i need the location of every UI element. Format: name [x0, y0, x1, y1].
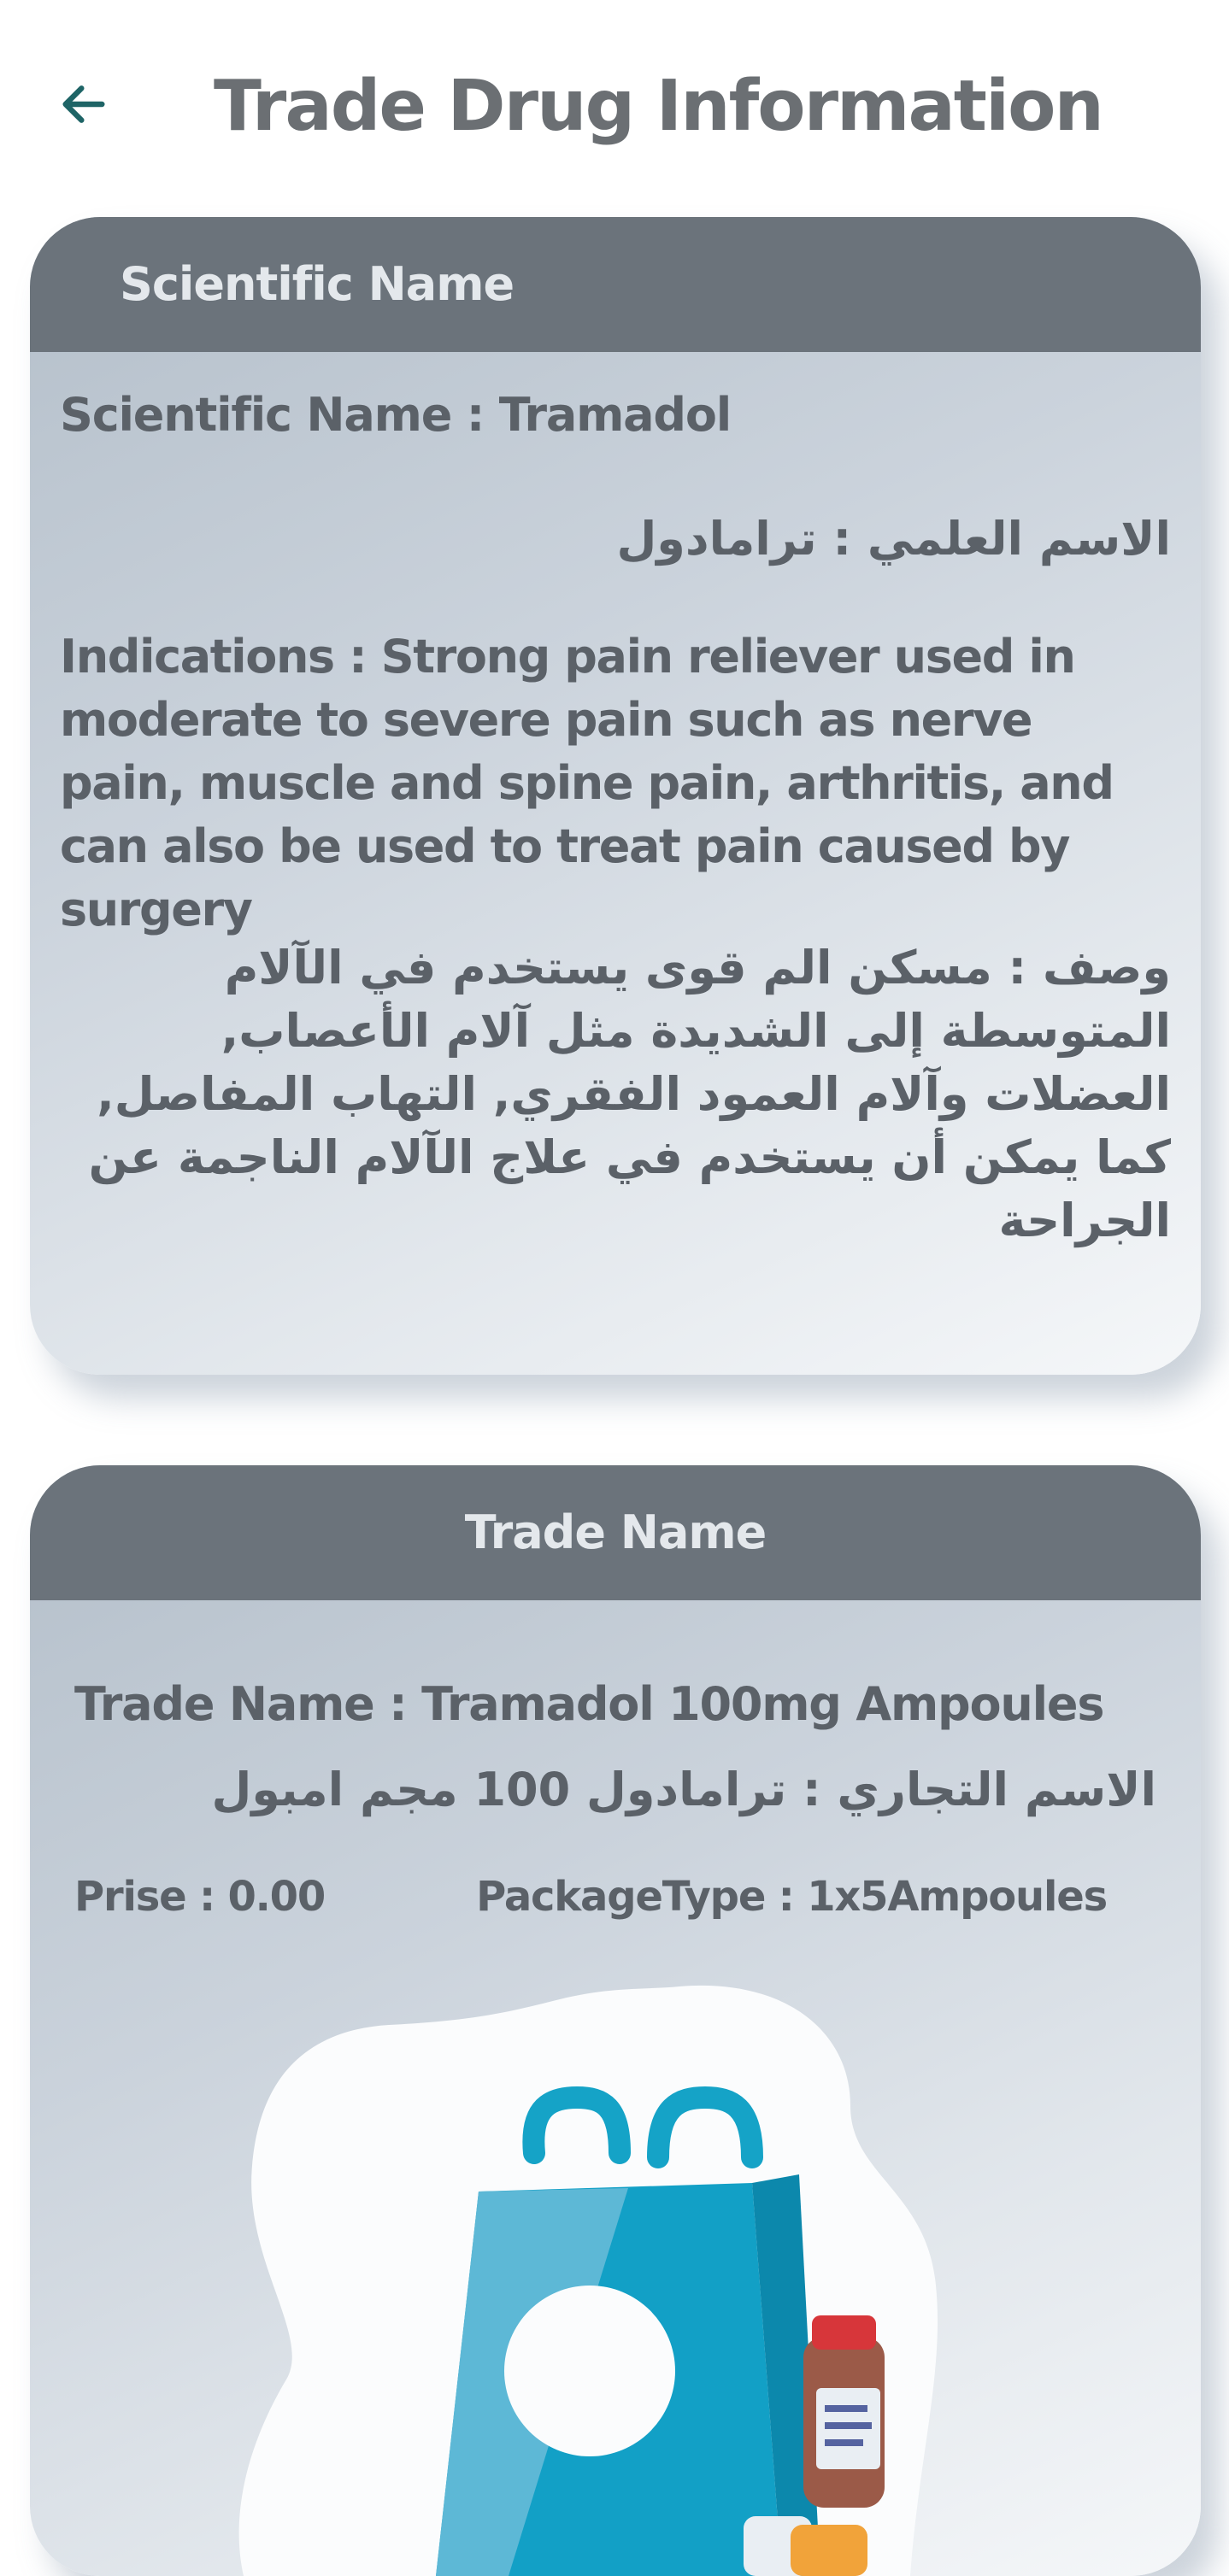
pharmacy-bag-illustration [238, 1985, 938, 2576]
price-row: Prise : 0.00 [74, 1863, 326, 1931]
trade-name-value: Tramadol 100mg Ampoules [421, 1677, 1104, 1731]
package-type-value: 1x5Ampoules [807, 1873, 1108, 1921]
scientific-name-card: Scientific Name Scientific Name : Tramad… [30, 217, 1201, 1375]
scientific-name-value: Tramadol [498, 388, 732, 442]
price-label: Prise : [74, 1873, 228, 1921]
indications-ar-label: وصف : [991, 941, 1172, 995]
scientific-name-row: Scientific Name : Tramadol [60, 373, 732, 458]
price-value: 0.00 [227, 1873, 326, 1921]
indications-text: Indications : Strong pain reliever used … [60, 625, 1171, 942]
page-title: Trade Drug Information [214, 66, 1104, 147]
trade-name-row: Trade Name : Tramadol 100mg Ampoules [74, 1662, 1104, 1747]
app-header: Trade Drug Information [0, 0, 1229, 214]
package-type-row: PackageType : 1x5Ampoules [476, 1863, 1108, 1931]
package-type-label: PackageType : [476, 1873, 808, 1921]
back-button[interactable] [50, 70, 118, 138]
indications-ar-text: وصف : مسكن الم قوى يستخدم في الآلام المت… [60, 936, 1172, 1253]
arrow-left-icon [62, 85, 105, 123]
trade-card-header: Trade Name [30, 1465, 1201, 1600]
trade-name-ar-value: ترامادول 100 مجم امبول [211, 1763, 787, 1816]
scientific-name-label: Scientific Name : [60, 388, 499, 442]
trade-name-ar-row: الاسم التجاري : ترامادول 100 مجم امبول [211, 1747, 1157, 1833]
trade-name-card: Trade Name Trade Name : Tramadol 100mg A… [30, 1465, 1201, 2576]
scientific-card-header: Scientific Name [30, 217, 1201, 352]
scientific-name-ar-row: الاسم العلمي : ترامادول [616, 496, 1172, 582]
scientific-name-ar-value: ترامادول [616, 512, 817, 566]
trade-name-ar-label: الاسم التجاري : [786, 1763, 1157, 1816]
indications-label: Indications : [60, 630, 381, 684]
trade-name-label: Trade Name : [74, 1677, 422, 1731]
scientific-name-ar-label: الاسم العلمي : [816, 512, 1172, 566]
